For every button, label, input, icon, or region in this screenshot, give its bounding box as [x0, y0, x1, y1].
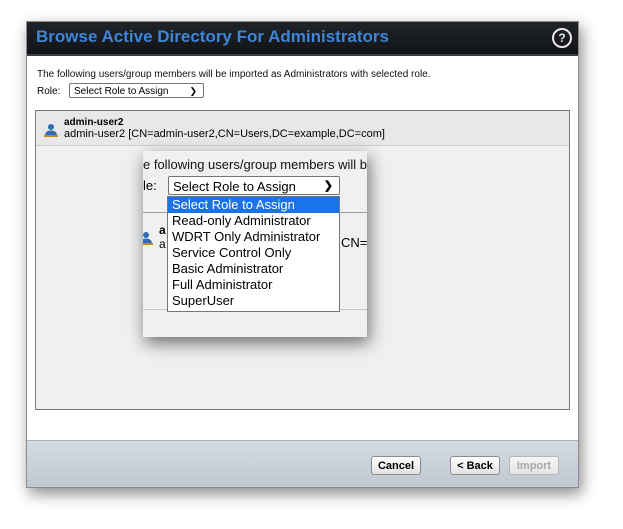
role-option-select[interactable]: Select Role to Assign	[168, 197, 339, 213]
help-icon[interactable]: ?	[552, 28, 572, 48]
user-icon	[44, 124, 58, 137]
chevron-down-icon: ❯	[323, 180, 333, 192]
cancel-button[interactable]: Cancel	[371, 456, 421, 475]
dialog-title: Browse Active Directory For Administrato…	[36, 27, 389, 46]
zoom-role-select[interactable]: Select Role to Assign ❯	[168, 176, 340, 195]
user-icon	[143, 232, 153, 245]
chevron-down-icon: ❯	[189, 86, 197, 96]
role-option-full[interactable]: Full Administrator	[168, 277, 339, 293]
user-name: admin-user2	[64, 117, 124, 128]
role-option-read-only[interactable]: Read-only Administrator	[168, 213, 339, 229]
zoom-intro-text: e following users/group members will be	[143, 157, 367, 172]
role-options-list: Select Role to Assign Read-only Administ…	[167, 196, 340, 312]
import-button[interactable]: Import	[509, 456, 559, 475]
role-option-wdrt[interactable]: WDRT Only Administrator	[168, 229, 339, 245]
intro-text: The following users/group members will b…	[37, 69, 431, 80]
role-select[interactable]: Select Role to Assign ❯	[69, 83, 204, 98]
role-option-basic[interactable]: Basic Administrator	[168, 261, 339, 277]
dialog-footer: Cancel < Back Import	[27, 440, 578, 487]
zoom-inset: e following users/group members will be …	[143, 151, 367, 337]
dialog-titlebar: Browse Active Directory For Administrato…	[27, 22, 578, 56]
role-option-superuser[interactable]: SuperUser	[168, 293, 339, 309]
zoom-cn-text: CN=	[341, 235, 367, 250]
role-option-service-control[interactable]: Service Control Only	[168, 245, 339, 261]
list-item[interactable]: admin-user2 admin-user2 [CN=admin-user2,…	[36, 111, 569, 146]
back-button[interactable]: < Back	[450, 456, 500, 475]
zoom-user-dn: a	[159, 237, 166, 251]
zoom-role-select-value: Select Role to Assign	[173, 179, 296, 194]
user-dn: admin-user2 [CN=admin-user2,CN=Users,DC=…	[64, 128, 385, 140]
zoom-user-name: a	[159, 223, 166, 237]
role-select-value: Select Role to Assign	[74, 86, 169, 97]
zoom-role-label: le:	[143, 178, 157, 193]
